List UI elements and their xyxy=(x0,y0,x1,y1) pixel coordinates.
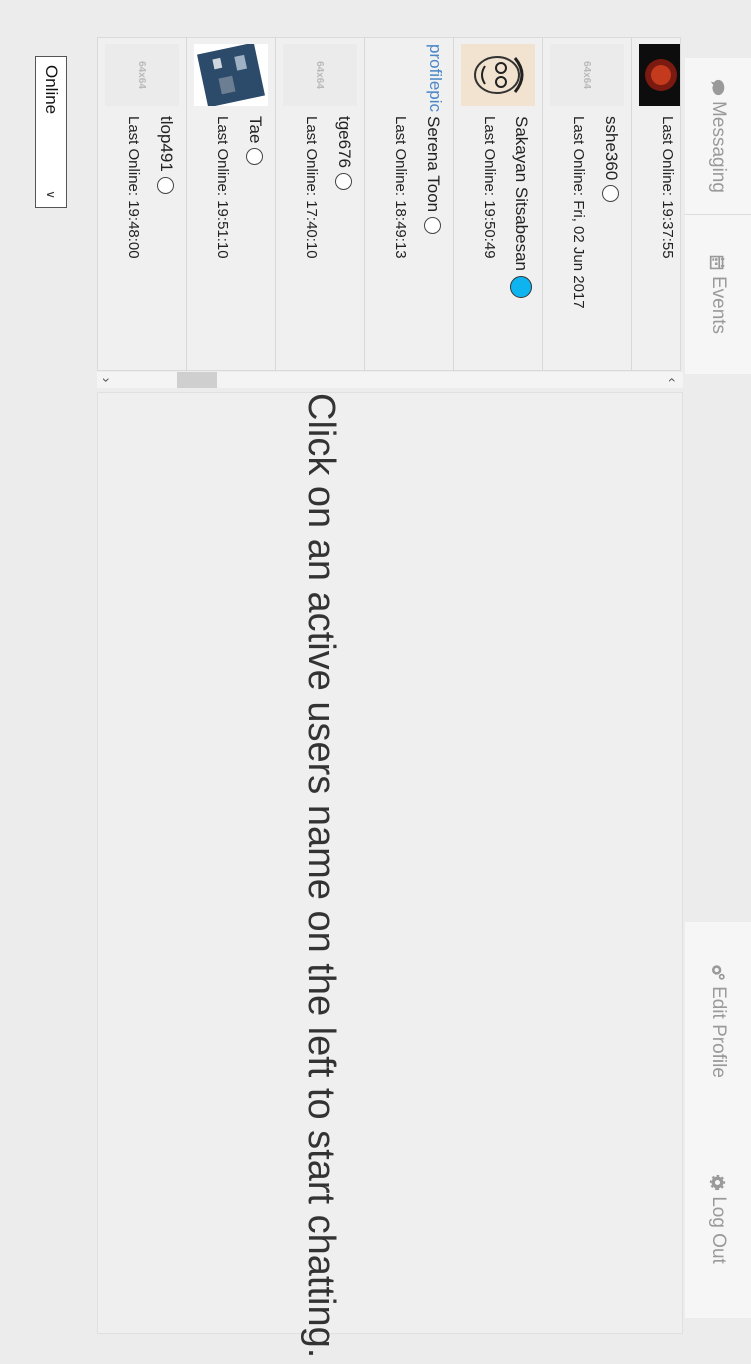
user-list-scrollbar[interactable]: ‹ › xyxy=(97,372,683,388)
user-name[interactable]: Sakayan Sitsabesan xyxy=(510,116,532,298)
last-online: Last Online: 19:51:10 xyxy=(214,116,231,259)
profile-pic-link[interactable]: profilepic xyxy=(425,44,445,112)
nav-bar-left: Messaging Events xyxy=(685,58,751,374)
nav-events-label: Events xyxy=(708,275,729,335)
last-online: Last Online: 17:40:10 xyxy=(303,116,320,259)
user-row[interactable]: 64x64 sshe360 Last Online: Fri, 02 Jun 2… xyxy=(542,38,631,370)
offline-status-icon xyxy=(246,148,264,166)
user-name[interactable]: tge676 xyxy=(334,116,354,190)
avatar: 64x64 xyxy=(105,44,179,106)
active-users-list: Last Online: 19:37:55 64x64 sshe360 Last… xyxy=(97,37,681,371)
circuit-board-avatar-icon xyxy=(194,44,268,106)
user-row[interactable]: Tae Last Online: 19:51:10 xyxy=(186,38,275,370)
nav-edit-profile[interactable]: Edit Profile xyxy=(685,922,751,1120)
user-name-text: Sakayan Sitsabesan xyxy=(512,116,531,271)
user-name-text: tlop491 xyxy=(157,116,176,172)
gear-icon xyxy=(710,1175,726,1191)
last-online: Last Online: 18:49:13 xyxy=(392,116,409,259)
user-name[interactable]: Tae xyxy=(245,116,265,166)
nav-events[interactable]: Events xyxy=(685,215,751,373)
user-name-text: Serena Toon xyxy=(424,116,443,213)
scroll-left-arrow-icon[interactable]: ‹ xyxy=(665,372,681,388)
photo-avatar-icon xyxy=(639,44,681,106)
avatar xyxy=(194,44,268,106)
last-online: Last Online: Fri, 02 Jun 2017 xyxy=(570,116,587,309)
user-name-text: sshe360 xyxy=(602,116,621,181)
last-online: Last Online: 19:50:49 xyxy=(481,116,498,259)
last-online: Last Online: 19:48:00 xyxy=(125,116,142,259)
user-row[interactable]: Sakayan Sitsabesan Last Online: 19:50:49 xyxy=(453,38,542,370)
online-status-icon xyxy=(510,276,532,298)
avatar xyxy=(639,44,681,106)
nav-log-out[interactable]: Log Out xyxy=(685,1120,751,1318)
calendar-icon xyxy=(710,255,725,270)
offline-status-icon xyxy=(157,176,175,194)
offline-status-icon xyxy=(424,217,442,235)
user-name[interactable]: sshe360 xyxy=(601,116,621,203)
user-row[interactable]: Last Online: 19:37:55 xyxy=(631,38,681,370)
nav-edit-profile-label: Edit Profile xyxy=(708,986,729,1078)
user-name[interactable]: Serena Toon xyxy=(423,116,443,235)
last-online: Last Online: 19:37:55 xyxy=(659,116,676,259)
nav-log-out-label: Log Out xyxy=(708,1196,729,1264)
nav-messaging-label: Messaging xyxy=(708,101,729,193)
app-stage: Messaging Events Edit Profile Log Out La… xyxy=(0,0,751,1364)
nav-bar-right: Edit Profile Log Out xyxy=(685,922,751,1318)
offline-status-icon xyxy=(335,173,353,190)
avatar: 64x64 xyxy=(550,44,624,106)
sketch-face-avatar-icon xyxy=(461,44,535,106)
avatar xyxy=(461,44,535,106)
user-name[interactable]: tlop491 xyxy=(156,116,176,194)
scrollbar-thumb[interactable] xyxy=(177,372,217,388)
user-name-text: Tae xyxy=(246,116,265,144)
scroll-right-arrow-icon[interactable]: › xyxy=(99,372,115,388)
user-name-text: tge676 xyxy=(335,116,354,168)
user-row[interactable]: 64x64 tge676 Last Online: 17:40:10 xyxy=(275,38,364,370)
chat-prompt: Click on an active users name on the lef… xyxy=(300,393,342,1359)
chat-bubble-icon xyxy=(711,79,725,96)
status-select[interactable]: Online ∨ xyxy=(35,56,67,208)
status-select-value: Online xyxy=(42,65,61,115)
user-row[interactable]: profilepic Serena Toon Last Online: 18:4… xyxy=(364,38,453,370)
chat-panel: Click on an active users name on the lef… xyxy=(97,392,683,1359)
user-row[interactable]: 64x64 tlop491 Last Online: 19:48:00 xyxy=(97,38,186,370)
avatar: 64x64 xyxy=(283,44,357,106)
chevron-down-icon: ∨ xyxy=(44,190,58,199)
offline-status-icon xyxy=(602,185,620,203)
gears-icon xyxy=(712,965,726,980)
nav-messaging[interactable]: Messaging xyxy=(685,58,751,215)
